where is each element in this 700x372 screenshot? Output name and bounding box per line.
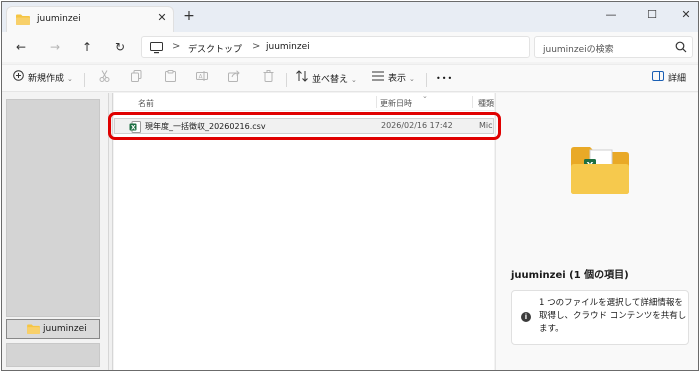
rename-button[interactable]: A xyxy=(196,70,212,88)
details-info-text: 1 つのファイルを選択して詳細情報を取得し、クラウド コンテンツを共有します。 xyxy=(539,298,687,334)
address-bar[interactable]: > デスクトップ > juuminzei xyxy=(141,36,530,58)
rename-icon: A xyxy=(196,70,208,89)
folder-icon xyxy=(16,14,30,28)
maximize-button[interactable]: ☐ xyxy=(642,7,662,23)
up-button[interactable]: ↑ xyxy=(78,38,96,56)
monitor-icon xyxy=(150,42,163,57)
details-pane: X juuminzei (1 個の項目) i 1 つのファイルを選択して詳細情報… xyxy=(495,93,698,370)
view-label: 表示 xyxy=(388,74,407,84)
copy-button[interactable] xyxy=(130,70,146,88)
cut-button[interactable] xyxy=(98,70,114,88)
new-tab-button[interactable]: + xyxy=(182,9,196,24)
new-label: 新規作成 xyxy=(28,74,65,84)
sort-label: 並べ替え xyxy=(312,75,349,85)
minimize-button[interactable]: — xyxy=(601,7,621,23)
paste-icon xyxy=(164,70,176,89)
plus-circle-icon xyxy=(12,70,24,88)
highlight-annotation xyxy=(108,112,501,140)
cut-icon xyxy=(98,70,110,89)
close-tab-icon[interactable]: ✕ xyxy=(155,11,169,25)
navigation-pane: juuminzei xyxy=(2,93,108,370)
column-divider[interactable] xyxy=(376,96,377,108)
sidebar-item-label: juuminzei xyxy=(43,324,87,334)
details-label: 詳細 xyxy=(668,74,687,84)
navigation-pane-redacted-area xyxy=(6,99,100,317)
details-pane-button[interactable]: 詳細 xyxy=(652,70,686,88)
toolbar-divider xyxy=(426,73,427,87)
tab-title: juuminzei xyxy=(37,14,81,24)
chevron-down-icon: ⌄ xyxy=(67,75,73,83)
back-button[interactable]: ← xyxy=(12,38,30,56)
details-title: juuminzei (1 個の項目) xyxy=(511,270,629,281)
navigation-bar: ← → ↑ ↻ > デスクトップ > juuminzei juuminzeiの検… xyxy=(2,32,698,62)
sidebar-item-juuminzei[interactable]: juuminzei xyxy=(6,319,100,339)
file-explorer-window: juuminzei ✕ + — ☐ ✕ ← → ↑ ↻ > デスクトップ > j… xyxy=(1,1,699,371)
command-bar: 新規作成 ⌄ A 並べ替え ⌄ 表示 ⌄ ••• 詳細 xyxy=(2,64,698,92)
refresh-button[interactable]: ↻ xyxy=(111,38,129,56)
trash-icon xyxy=(262,70,274,89)
new-button[interactable]: 新規作成 ⌄ xyxy=(12,70,73,88)
chevron-down-icon: ⌄ xyxy=(351,76,357,84)
breadcrumb-desktop[interactable]: デスクトップ xyxy=(188,42,242,55)
column-header-modified[interactable]: 更新日時 xyxy=(380,98,412,109)
info-icon: i xyxy=(521,312,531,322)
toolbar-divider xyxy=(286,73,287,87)
breadcrumb-separator: > xyxy=(172,41,181,52)
forward-button[interactable]: → xyxy=(46,38,64,56)
column-header-row: 名前 ⌄ 更新日時 種類 xyxy=(114,92,494,111)
sort-icon xyxy=(296,70,308,89)
search-placeholder: juuminzeiの検索 xyxy=(543,45,614,55)
share-icon xyxy=(228,70,240,89)
column-header-type[interactable]: 種類 xyxy=(478,98,494,109)
search-icon xyxy=(675,41,687,56)
folder-preview-icon: X xyxy=(570,145,630,198)
view-lines-icon xyxy=(372,70,384,88)
folder-icon xyxy=(27,324,40,337)
column-header-name[interactable]: 名前 xyxy=(138,98,154,109)
close-window-button[interactable]: ✕ xyxy=(676,7,696,23)
navigation-pane-redacted-area xyxy=(6,343,100,367)
chevron-down-icon: ⌄ xyxy=(409,75,415,83)
tab-juuminzei[interactable]: juuminzei ✕ xyxy=(6,6,174,32)
paste-button[interactable] xyxy=(164,70,180,88)
sort-caret-icon: ⌄ xyxy=(422,92,428,100)
toolbar-divider xyxy=(84,73,85,87)
title-bar: juuminzei ✕ + — ☐ ✕ xyxy=(2,2,698,32)
sort-button[interactable]: 並べ替え ⌄ xyxy=(296,70,357,88)
delete-button[interactable] xyxy=(262,70,278,88)
view-button[interactable]: 表示 ⌄ xyxy=(372,70,415,88)
share-button[interactable] xyxy=(228,70,244,88)
copy-icon xyxy=(130,70,142,89)
breadcrumb-juuminzei[interactable]: juuminzei xyxy=(266,42,310,52)
search-box[interactable]: juuminzeiの検索 xyxy=(534,36,693,58)
details-info-box: i 1 つのファイルを選択して詳細情報を取得し、クラウド コンテンツを共有します… xyxy=(511,290,689,345)
more-options-button[interactable]: ••• xyxy=(436,70,453,88)
breadcrumb-separator: > xyxy=(252,41,261,52)
column-divider[interactable] xyxy=(472,96,473,108)
details-pane-icon xyxy=(652,70,664,88)
